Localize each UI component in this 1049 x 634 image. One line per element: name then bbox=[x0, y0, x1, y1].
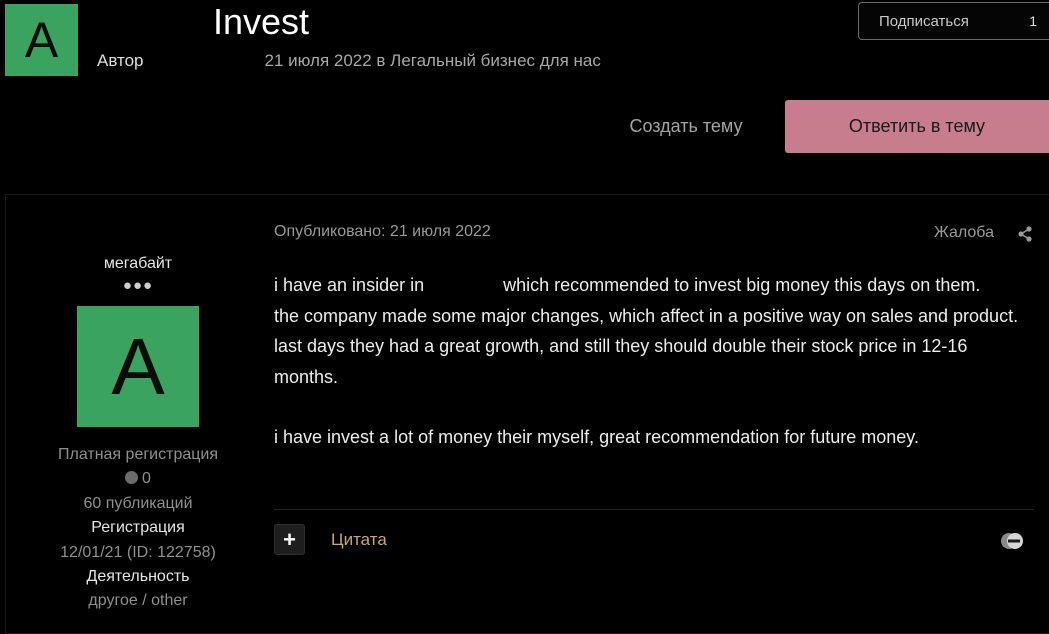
author-avatar[interactable]: A bbox=[77, 306, 199, 427]
author-prefix: Автор bbox=[97, 51, 144, 70]
post-spacer bbox=[274, 392, 1024, 422]
post-content: i have an insider in which recommended to… bbox=[274, 270, 1024, 453]
share-icon[interactable] bbox=[1017, 226, 1033, 242]
reply-topic-button[interactable]: Ответить в тему bbox=[785, 100, 1049, 153]
author-name[interactable]: мегабайт bbox=[30, 255, 246, 273]
redacted-username bbox=[151, 53, 257, 69]
activity-label: Деятельность bbox=[86, 568, 190, 586]
topic-author-avatar[interactable]: A bbox=[5, 4, 78, 76]
report-link[interactable]: Жалоба bbox=[934, 224, 994, 242]
reputation-value: 0 bbox=[142, 470, 151, 488]
create-topic-button[interactable]: Создать тему bbox=[606, 100, 766, 152]
registration-label: Регистрация bbox=[91, 519, 185, 537]
author-post-count[interactable]: 60 публикаций bbox=[30, 492, 246, 516]
topic-meta: 21 июля 2022 в Легальный бизнес для нас bbox=[264, 51, 601, 70]
post-paragraph: i have an insider in which recommended to… bbox=[274, 270, 1024, 301]
post-paragraph: last days they had a great growth, and s… bbox=[274, 336, 968, 387]
post-published-date: Опубликовано: 21 июля 2022 bbox=[274, 223, 491, 240]
subscribe-count: 1 bbox=[1029, 13, 1037, 29]
reaction-icon[interactable] bbox=[999, 531, 1027, 551]
subscribe-button[interactable]: Подписаться 1 bbox=[858, 2, 1049, 40]
multiquote-plus-button[interactable]: + bbox=[274, 524, 305, 555]
post-paragraph: i have invest a lot of money their mysel… bbox=[274, 427, 919, 447]
topic-title: Invest bbox=[213, 1, 310, 42]
post-text-1b: which recommended to invest big money th… bbox=[503, 275, 981, 295]
registration-value: 12/01/21 (ID: 122758) bbox=[60, 543, 216, 561]
topic-author-row: Автор 21 июля 2022 в Легальный бизнес дл… bbox=[97, 51, 601, 71]
reputation-icon bbox=[125, 471, 139, 485]
quote-link[interactable]: Цитата bbox=[331, 530, 387, 550]
subscribe-label: Подписаться bbox=[879, 12, 969, 30]
post-divider bbox=[274, 509, 1034, 510]
post-paragraph: the company made some major changes, whi… bbox=[274, 305, 1019, 326]
author-panel: мегабайт ●●● A Платная регистрация 0 60 … bbox=[30, 255, 246, 614]
activity-value: другое / other bbox=[88, 592, 188, 610]
post-text-1a: i have an insider in bbox=[274, 275, 425, 295]
author-group: Платная регистрация bbox=[57, 446, 218, 463]
reputation-badge: 0 bbox=[30, 467, 246, 491]
rank-dots-icon: ●●● bbox=[122, 277, 154, 294]
